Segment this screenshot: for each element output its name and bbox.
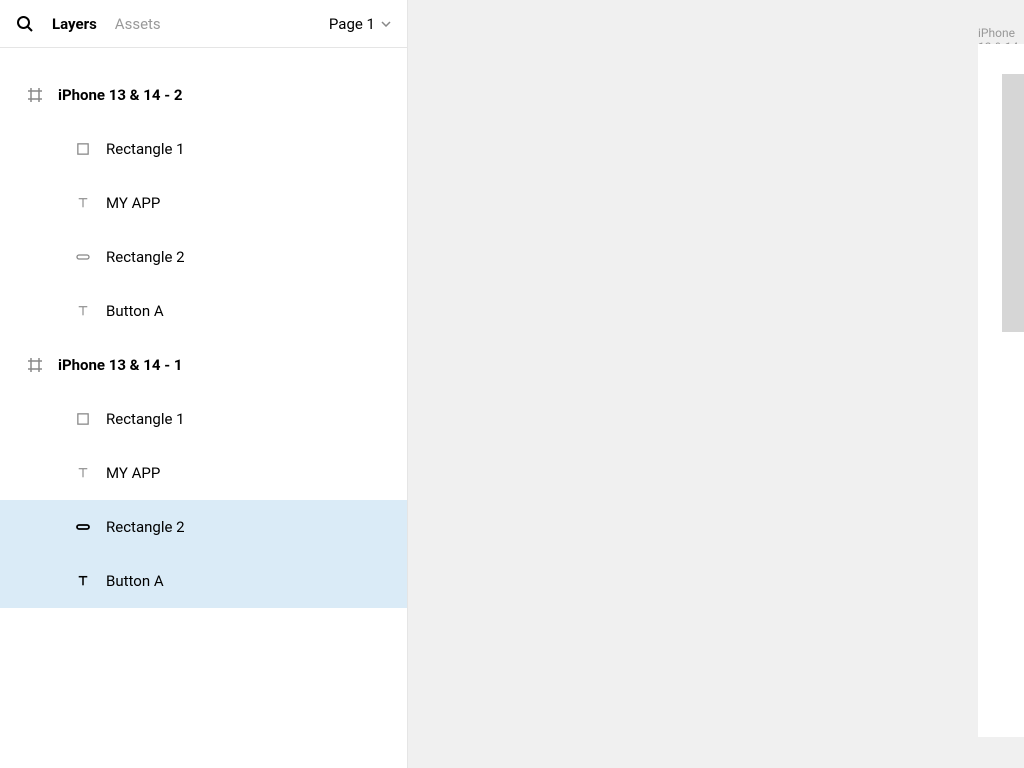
pill-icon — [76, 250, 90, 264]
tab-assets[interactable]: Assets — [115, 15, 161, 33]
text-icon — [76, 466, 90, 480]
layer-label: MY APP — [106, 464, 160, 482]
canvas-app-title[interactable]: MY APP — [978, 338, 1024, 370]
layer-item[interactable]: Button A — [0, 554, 407, 608]
layer-frame[interactable]: iPhone 13 & 14 - 2 — [0, 68, 407, 122]
layer-label: iPhone 13 & 14 - 2 — [58, 86, 182, 104]
layer-item[interactable]: Rectangle 1 — [0, 392, 407, 446]
layer-item[interactable]: Rectangle 2 — [0, 230, 407, 284]
text-icon — [76, 196, 90, 210]
layer-item[interactable]: Button A — [0, 284, 407, 338]
text-icon — [76, 574, 90, 588]
layer-label: Rectangle 1 — [106, 410, 185, 428]
frame-icon — [28, 358, 42, 372]
layers-tree: iPhone 13 & 14 - 2 Rectangle 1 MY APP Re… — [0, 48, 407, 768]
canvas-rectangle[interactable] — [1002, 74, 1024, 332]
layer-label: Button A — [106, 302, 164, 320]
canvas[interactable]: iPhone 13 & 14 - 1 MY APP Button A 216 ×… — [408, 0, 1024, 768]
rectangle-icon — [76, 412, 90, 426]
frame-icon — [28, 88, 42, 102]
rectangle-icon — [76, 142, 90, 156]
tab-layers[interactable]: Layers — [52, 15, 97, 33]
page-label: Page 1 — [329, 15, 375, 33]
artboard[interactable]: MY APP Button A 216 × 103 — [978, 44, 1024, 737]
layer-frame[interactable]: iPhone 13 & 14 - 1 — [0, 338, 407, 392]
layer-item[interactable]: MY APP — [0, 176, 407, 230]
search-icon[interactable] — [16, 15, 34, 33]
layer-label: Button A — [106, 572, 164, 590]
layer-label: iPhone 13 & 14 - 1 — [58, 356, 182, 374]
page-selector[interactable]: Page 1 — [329, 15, 391, 33]
layer-label: Rectangle 1 — [106, 140, 185, 158]
layer-label: Rectangle 2 — [106, 248, 185, 266]
layer-label: Rectangle 2 — [106, 518, 185, 536]
layer-item[interactable]: Rectangle 1 — [0, 122, 407, 176]
text-icon — [76, 304, 90, 318]
pill-icon — [76, 520, 90, 534]
layer-item[interactable]: MY APP — [0, 446, 407, 500]
layer-label: MY APP — [106, 194, 160, 212]
chevron-down-icon — [381, 21, 391, 27]
layers-panel: Layers Assets Page 1 iPhone 13 & 14 - 2 … — [0, 0, 408, 768]
layer-item[interactable]: Rectangle 2 — [0, 500, 407, 554]
panel-header: Layers Assets Page 1 — [0, 0, 407, 48]
